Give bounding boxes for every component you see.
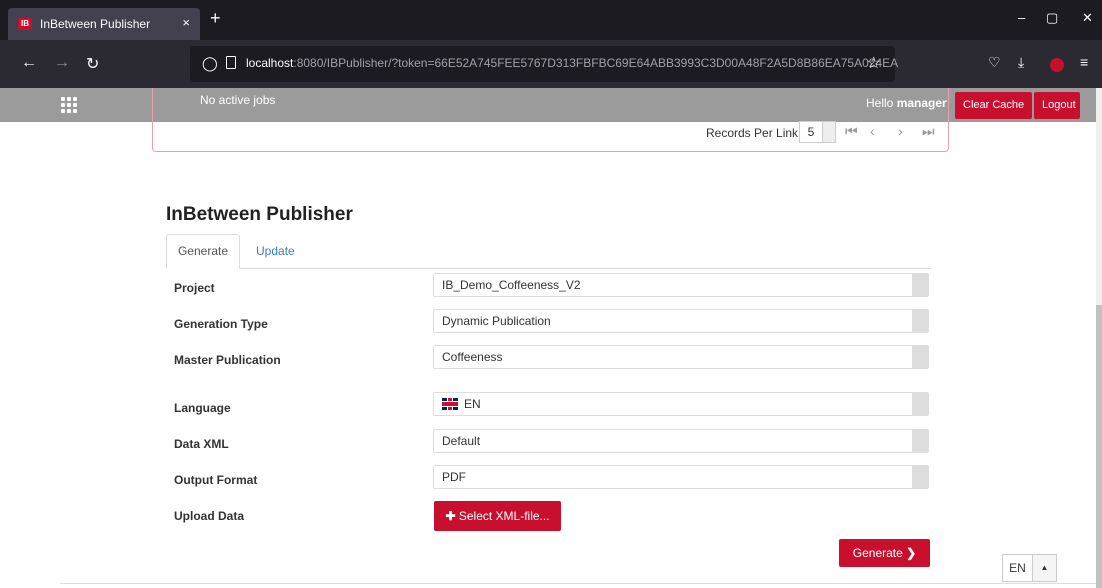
tab-update[interactable]: Update [256, 244, 295, 258]
data-xml-label: Data XML [174, 437, 229, 451]
data-xml-value: Default [442, 434, 481, 448]
language-value: EN [464, 397, 481, 411]
page-icon [226, 56, 236, 69]
url-host: localhost [246, 56, 294, 70]
browser-tab-title: InBetween Publisher [40, 17, 151, 31]
dropdown-arrow-icon[interactable] [912, 310, 928, 332]
apps-grid-icon[interactable] [61, 97, 77, 113]
previous-page-icon[interactable]: ‹ [870, 123, 875, 139]
reload-icon[interactable]: ↻ [86, 54, 99, 74]
clear-cache-button[interactable]: Clear Cache [955, 92, 1033, 119]
output-format-value: PDF [442, 470, 466, 484]
output-format-label: Output Format [174, 473, 258, 487]
last-page-icon[interactable]: ⏭ [922, 123, 935, 140]
publisher-tabs: Generate Update [166, 234, 931, 269]
close-tab-icon[interactable]: × [182, 15, 190, 30]
records-per-link-label: Records Per Link [706, 126, 799, 140]
app-favicon-icon: IB [18, 18, 32, 30]
pocket-icon[interactable]: ♡ [988, 54, 1001, 71]
footer-language-button[interactable]: EN [1002, 554, 1033, 582]
data-xml-select[interactable]: Default [433, 429, 929, 453]
download-icon[interactable]: ⤓ [1018, 54, 1024, 71]
master-publication-label: Master Publication [174, 353, 281, 367]
page-title: InBetween Publisher [166, 204, 353, 225]
logout-button[interactable]: Logout [1034, 92, 1080, 119]
upload-data-label: Upload Data [174, 509, 245, 523]
dropdown-arrow-icon[interactable] [912, 274, 928, 296]
dropdown-arrow-icon[interactable] [912, 430, 928, 452]
uk-flag-icon [442, 398, 458, 410]
menu-icon[interactable]: ≡ [1080, 54, 1088, 70]
bookmark-star-icon[interactable]: ☆ [867, 53, 881, 73]
project-value: IB_Demo_Coffeeness_V2 [442, 278, 581, 292]
generation-type-select[interactable]: Dynamic Publication [433, 309, 929, 333]
chevron-right-icon: ❯ [902, 546, 917, 560]
url-text[interactable]: localhost:8080/IBPublisher/?token=66E52A… [246, 56, 898, 70]
generate-label: Generate [852, 546, 903, 560]
next-page-icon[interactable]: › [898, 123, 903, 139]
output-format-select[interactable]: PDF [433, 465, 929, 489]
minimize-icon[interactable]: – [1018, 10, 1025, 25]
window-close-icon[interactable]: ✕ [1082, 10, 1093, 26]
project-select[interactable]: IB_Demo_Coffeeness_V2 [433, 273, 929, 297]
back-icon[interactable]: ← [21, 54, 37, 72]
browser-tab-bar: IB InBetween Publisher × + – ▢ ✕ [0, 0, 1102, 40]
address-bar[interactable]: ◯ localhost:8080/IBPublisher/?token=66E5… [190, 46, 898, 82]
master-publication-value: Coffeeness [442, 350, 503, 364]
shield-icon[interactable]: ◯ [202, 55, 218, 72]
forward-icon[interactable]: → [54, 54, 70, 72]
scrollbar-thumb[interactable] [1096, 305, 1102, 588]
generate-button[interactable]: Generate ❯ [839, 539, 930, 567]
plus-icon: ✚ [445, 509, 459, 523]
restore-icon[interactable]: ▢ [1046, 10, 1058, 26]
caret-up-icon[interactable]: ▲ [1033, 554, 1057, 582]
generation-type-value: Dynamic Publication [442, 314, 551, 328]
dropdown-arrow-icon[interactable] [912, 346, 928, 368]
browser-tab[interactable]: IB InBetween Publisher × [8, 8, 200, 40]
language-label: Language [174, 401, 231, 415]
dropdown-arrow-icon[interactable] [912, 393, 928, 415]
select-xml-label: Select XML-file... [458, 509, 550, 523]
ublock-extension-icon[interactable] [1050, 58, 1064, 72]
first-page-icon[interactable]: ⏮ [845, 123, 858, 140]
footer-divider [60, 583, 1096, 584]
language-select[interactable]: EN [433, 392, 929, 416]
url-path: :8080/IBPublisher/?token=66E52A745FEE576… [293, 56, 899, 70]
master-publication-select[interactable]: Coffeeness [433, 345, 929, 369]
dropdown-arrow-icon[interactable] [912, 466, 928, 488]
records-per-link-dropdown[interactable] [823, 121, 836, 143]
generation-type-label: Generation Type [174, 317, 268, 331]
browser-nav-bar: ← → ↻ ◯ localhost:8080/IBPublisher/?toke… [0, 40, 1102, 88]
select-xml-file-button[interactable]: ✚ Select XML-file... [434, 501, 561, 531]
project-label: Project [174, 281, 215, 295]
records-per-link-select[interactable]: 5 [799, 121, 823, 143]
new-tab-icon[interactable]: + [210, 8, 221, 29]
tab-generate[interactable]: Generate [166, 234, 240, 269]
